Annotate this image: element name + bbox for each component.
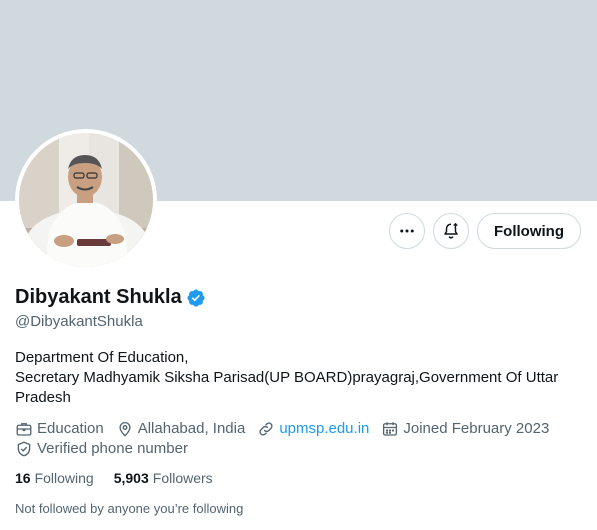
- shield-check-icon: [17, 441, 31, 457]
- briefcase-icon: [16, 423, 32, 436]
- profile-meta: Education Allahabad, India upmsp.edu.in …: [15, 419, 585, 459]
- name-row: Dibyakant Shukla: [15, 286, 206, 309]
- location-text: Allahabad, India: [137, 420, 246, 437]
- display-name: Dibyakant Shukla: [15, 286, 182, 308]
- following-count: 16: [15, 470, 31, 486]
- followers-label: Followers: [152, 470, 213, 486]
- following-label: Following: [34, 470, 94, 486]
- location-icon: [119, 422, 131, 437]
- following-button[interactable]: Following: [477, 213, 581, 249]
- meta-joined: Joined February 2023: [381, 419, 549, 439]
- handle: @DibyakantShukla: [15, 313, 143, 330]
- notifications-button[interactable]: [433, 213, 470, 249]
- verified-badge-icon[interactable]: [186, 288, 206, 308]
- meta-phone: Verified phone number: [15, 439, 188, 459]
- category-text: Education: [37, 420, 104, 437]
- meta-location: Allahabad, India: [116, 419, 246, 439]
- calendar-icon: [383, 422, 398, 436]
- joined-text: Joined February 2023: [403, 420, 550, 437]
- followers-count-link[interactable]: 5,903 Followers: [114, 470, 213, 486]
- meta-website: upmsp.edu.in: [257, 419, 369, 439]
- follow-counts: 16 Following 5,903 Followers: [15, 470, 213, 486]
- more-button[interactable]: [389, 213, 426, 249]
- bio: Department Of Education, Secretary Madhy…: [15, 348, 585, 408]
- following-count-link[interactable]: 16 Following: [15, 470, 94, 486]
- website-link[interactable]: upmsp.edu.in: [279, 419, 369, 439]
- avatar[interactable]: [15, 129, 157, 271]
- bell-plus-icon: [444, 223, 458, 239]
- more-icon: [400, 229, 414, 233]
- not-followed-note: Not followed by anyone you’re following: [15, 501, 244, 516]
- link-icon: [259, 422, 273, 436]
- followers-count: 5,903: [113, 470, 149, 486]
- bio-line: Secretary Madhyamik Siksha Parisad(UP BO…: [15, 369, 559, 406]
- bio-line: Department Of Education,: [15, 349, 189, 366]
- profile-actions: Following: [389, 213, 581, 249]
- phone-text: Verified phone number: [37, 440, 188, 457]
- avatar-photo: [19, 133, 153, 267]
- meta-category: Education: [15, 419, 104, 439]
